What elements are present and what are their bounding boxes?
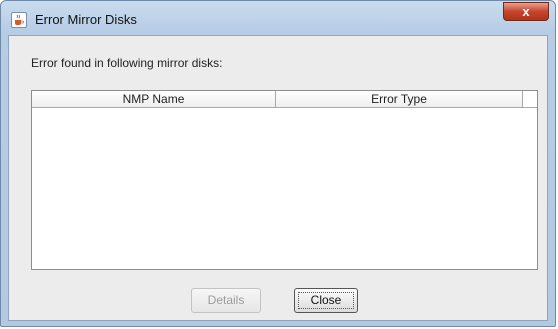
column-header-nmp-name[interactable]: NMP Name — [32, 91, 276, 108]
dialog-content: Error found in following mirror disks: N… — [8, 35, 548, 321]
details-button[interactable]: Details — [191, 288, 261, 313]
close-icon: x — [522, 4, 530, 19]
column-header-error-type[interactable]: Error Type — [276, 91, 523, 108]
close-button-label: Close — [310, 293, 342, 307]
close-button[interactable]: Close — [294, 288, 358, 313]
title-bar[interactable]: Error Mirror Disks x — [1, 1, 555, 35]
java-cup-icon — [11, 12, 27, 28]
window-title: Error Mirror Disks — [35, 12, 137, 27]
mirror-disks-table[interactable]: NMP Name Error Type — [31, 90, 538, 270]
table-body[interactable] — [32, 108, 537, 269]
window-close-button[interactable]: x — [503, 2, 549, 21]
error-mirror-disks-window: Error Mirror Disks x Error found in foll… — [0, 0, 556, 327]
table-header: NMP Name Error Type — [32, 91, 523, 108]
table-header-corner — [523, 91, 537, 108]
error-message: Error found in following mirror disks: — [31, 56, 223, 70]
